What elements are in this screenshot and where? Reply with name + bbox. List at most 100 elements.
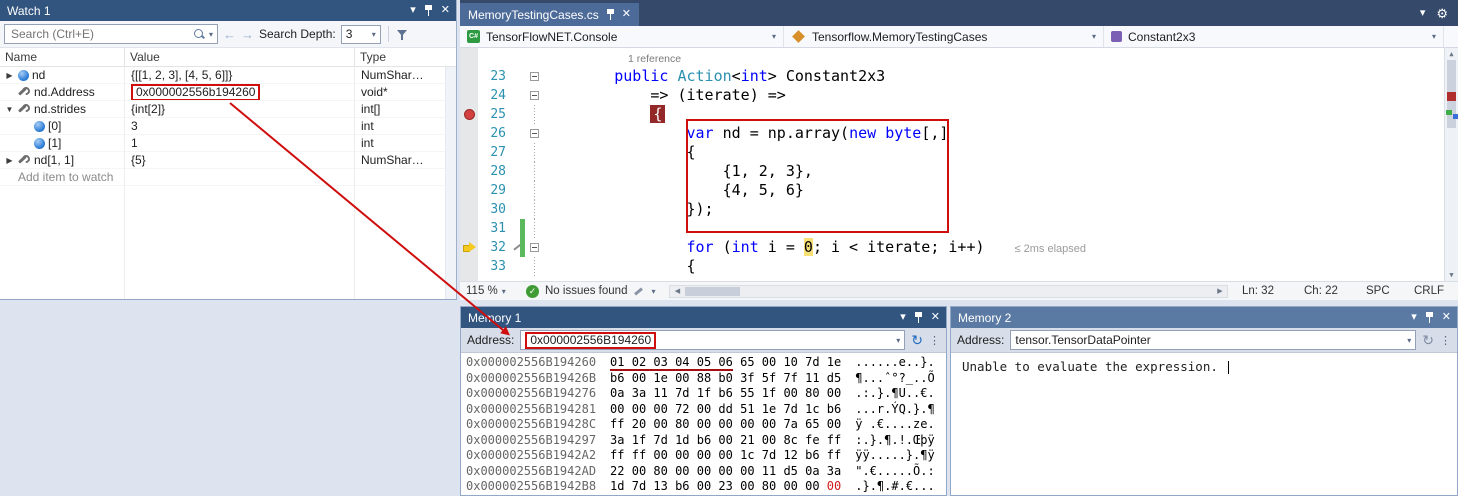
breakpoint-gutter-cell[interactable] xyxy=(460,219,478,238)
search-depth-combo[interactable]: 3 ▾ xyxy=(341,25,381,44)
watch-value[interactable]: {[[1, 2, 3], [4, 5, 6]]} xyxy=(131,68,232,82)
chevron-down-icon[interactable]: ▾ xyxy=(896,336,900,345)
scroll-right-icon[interactable]: ▶ xyxy=(1214,287,1226,295)
pin-icon[interactable] xyxy=(1425,311,1434,324)
scrollbar-split-handle[interactable] xyxy=(1444,26,1458,47)
search-icon[interactable] xyxy=(193,28,206,41)
watch-value[interactable]: {5} xyxy=(131,153,146,167)
toolbar-overflow-icon[interactable]: ⋮ xyxy=(929,334,940,347)
watch-value[interactable]: {int[2]} xyxy=(131,102,165,116)
member-dropdown[interactable]: Constant2x3 ▾ xyxy=(1104,26,1444,47)
status-indent-mode[interactable]: SPC xyxy=(1366,285,1408,297)
pin-icon[interactable] xyxy=(424,4,433,17)
watch-row[interactable]: ▶nd{[[1, 2, 3], [4, 5, 6]]}NumShar… xyxy=(0,67,456,84)
watch-row[interactable]: [0]3int xyxy=(0,118,456,135)
code-text[interactable]: { xyxy=(542,105,1458,124)
window-position-icon[interactable]: ▾ xyxy=(1411,312,1417,323)
type-dropdown[interactable]: Tensorflow.MemoryTestingCases ▾ xyxy=(784,26,1104,47)
refresh-icon[interactable]: ↻ xyxy=(1422,333,1434,347)
code-text[interactable]: var nd = np.array(new byte[,] xyxy=(542,124,1458,143)
address-combo[interactable]: 0x000002556B194260 ▾ xyxy=(520,330,905,350)
window-position-icon[interactable]: ▾ xyxy=(410,5,416,16)
scrollbar-thumb[interactable] xyxy=(685,287,740,296)
code-text[interactable]: {4, 5, 6} xyxy=(542,181,1458,200)
fold-collapse-icon[interactable] xyxy=(530,91,539,100)
column-header-value[interactable]: Value xyxy=(125,48,355,66)
address-combo[interactable]: tensor.TensorDataPointer ▾ xyxy=(1010,330,1416,350)
code-area[interactable]: 1 reference23 public Action<int> Constan… xyxy=(460,48,1458,281)
search-input[interactable] xyxy=(11,27,190,41)
breakpoint-gutter-cell[interactable] xyxy=(460,86,478,105)
code-text[interactable]: { xyxy=(542,257,1458,276)
code-text[interactable]: for (int i = 0; i < iterate; i++)≤ 2ms e… xyxy=(542,238,1458,257)
code-text[interactable]: { xyxy=(542,143,1458,162)
search-next-icon[interactable]: → xyxy=(241,27,254,42)
watch-row[interactable]: Add item to watch xyxy=(0,169,456,186)
memory1-rows[interactable]: 0x000002556B19426001 02 03 04 05 06 65 0… xyxy=(461,353,946,495)
close-icon[interactable]: ✕ xyxy=(1442,312,1451,323)
code-text[interactable]: {1, 2, 3}, xyxy=(542,162,1458,181)
pin-icon[interactable] xyxy=(606,8,615,21)
breakpoint-gutter-cell[interactable] xyxy=(460,200,478,219)
watch-row[interactable]: ▼nd.strides{int[2]}int[] xyxy=(0,101,456,118)
breakpoint-gutter-cell[interactable] xyxy=(460,257,478,276)
scroll-up-icon[interactable]: ▲ xyxy=(1445,50,1458,58)
scroll-down-icon[interactable]: ▼ xyxy=(1445,271,1458,279)
editor-vertical-scrollbar[interactable]: ▲ ▼ xyxy=(1444,48,1458,281)
chevron-down-icon[interactable]: ▾ xyxy=(651,287,655,296)
status-line-ending[interactable]: CRLF xyxy=(1414,285,1452,297)
memory1-titlebar[interactable]: Memory 1 ▾ ✕ xyxy=(461,307,946,328)
watch-row[interactable]: ▶nd[1, 1]{5}NumShar… xyxy=(0,152,456,169)
refresh-icon[interactable]: ↻ xyxy=(911,333,923,347)
issues-status[interactable]: No issues found xyxy=(545,285,627,297)
column-header-name[interactable]: Name xyxy=(0,48,125,66)
code-text[interactable] xyxy=(542,219,1458,238)
search-prev-icon[interactable]: ← xyxy=(223,27,236,42)
window-position-icon[interactable]: ▾ xyxy=(900,312,906,323)
search-box[interactable]: ▾ xyxy=(4,24,218,44)
search-options-chevron-icon[interactable]: ▾ xyxy=(209,30,213,39)
expander-icon[interactable]: ▶ xyxy=(4,156,15,165)
memory2-content[interactable]: Unable to evaluate the expression. xyxy=(951,353,1457,495)
toolbar-overflow-icon[interactable]: ⋮ xyxy=(1440,334,1451,347)
health-check-icon[interactable]: ✓ xyxy=(526,285,539,298)
breakpoint-gutter-cell[interactable] xyxy=(460,181,478,200)
watch-vertical-scrollbar[interactable] xyxy=(445,67,456,299)
tab-memorytestingcases[interactable]: MemoryTestingCases.cs ✕ xyxy=(460,3,639,26)
expander-icon[interactable]: ▼ xyxy=(4,105,15,114)
tab-list-chevron-icon[interactable]: ▾ xyxy=(1420,8,1426,19)
fold-collapse-icon[interactable] xyxy=(530,72,539,81)
fold-collapse-icon[interactable] xyxy=(530,129,539,138)
annotations-icon[interactable] xyxy=(633,285,645,297)
close-icon[interactable]: ✕ xyxy=(622,9,631,20)
pin-icon[interactable] xyxy=(914,311,923,324)
code-text[interactable]: public Action<int> Constant2x3 xyxy=(542,67,1458,86)
expander-icon[interactable]: ▶ xyxy=(4,71,15,80)
watch-row[interactable]: [1]1int xyxy=(0,135,456,152)
close-icon[interactable]: ✕ xyxy=(441,5,450,16)
breakpoint-gutter-cell[interactable] xyxy=(460,105,478,124)
perf-tip[interactable]: ≤ 2ms elapsed xyxy=(1015,243,1086,255)
memory2-titlebar[interactable]: Memory 2 ▾ ✕ xyxy=(951,307,1457,328)
breakpoint-gutter-cell[interactable] xyxy=(460,162,478,181)
close-icon[interactable]: ✕ xyxy=(931,312,940,323)
watch-value[interactable]: 0x000002556b194260 xyxy=(131,84,260,100)
breakpoint-gutter-cell[interactable] xyxy=(460,238,478,257)
fold-collapse-icon[interactable] xyxy=(530,243,539,252)
breakpoint-gutter-cell[interactable] xyxy=(460,143,478,162)
column-header-type[interactable]: Type xyxy=(355,48,456,66)
breakpoint-gutter-cell[interactable] xyxy=(460,124,478,143)
breakpoint-icon[interactable] xyxy=(464,109,475,120)
horizontal-scrollbar[interactable]: ◀ ▶ xyxy=(669,285,1228,298)
watch-value[interactable]: 1 xyxy=(131,136,138,150)
codelens-references[interactable]: 1 reference xyxy=(460,52,1458,67)
filter-icon[interactable] xyxy=(396,28,409,41)
code-text[interactable]: }); xyxy=(542,200,1458,219)
watch-row[interactable]: nd.Address0x000002556b194260void* xyxy=(0,84,456,101)
chevron-down-icon[interactable]: ▾ xyxy=(1407,336,1411,345)
watch-titlebar[interactable]: Watch 1 ▾ ✕ xyxy=(0,0,456,21)
code-text[interactable]: => (iterate) => xyxy=(542,86,1458,105)
zoom-control[interactable]: 115 % ▾ xyxy=(466,285,520,297)
breakpoint-gutter-cell[interactable] xyxy=(460,67,478,86)
gear-icon[interactable]: ⚙ xyxy=(1436,7,1448,20)
